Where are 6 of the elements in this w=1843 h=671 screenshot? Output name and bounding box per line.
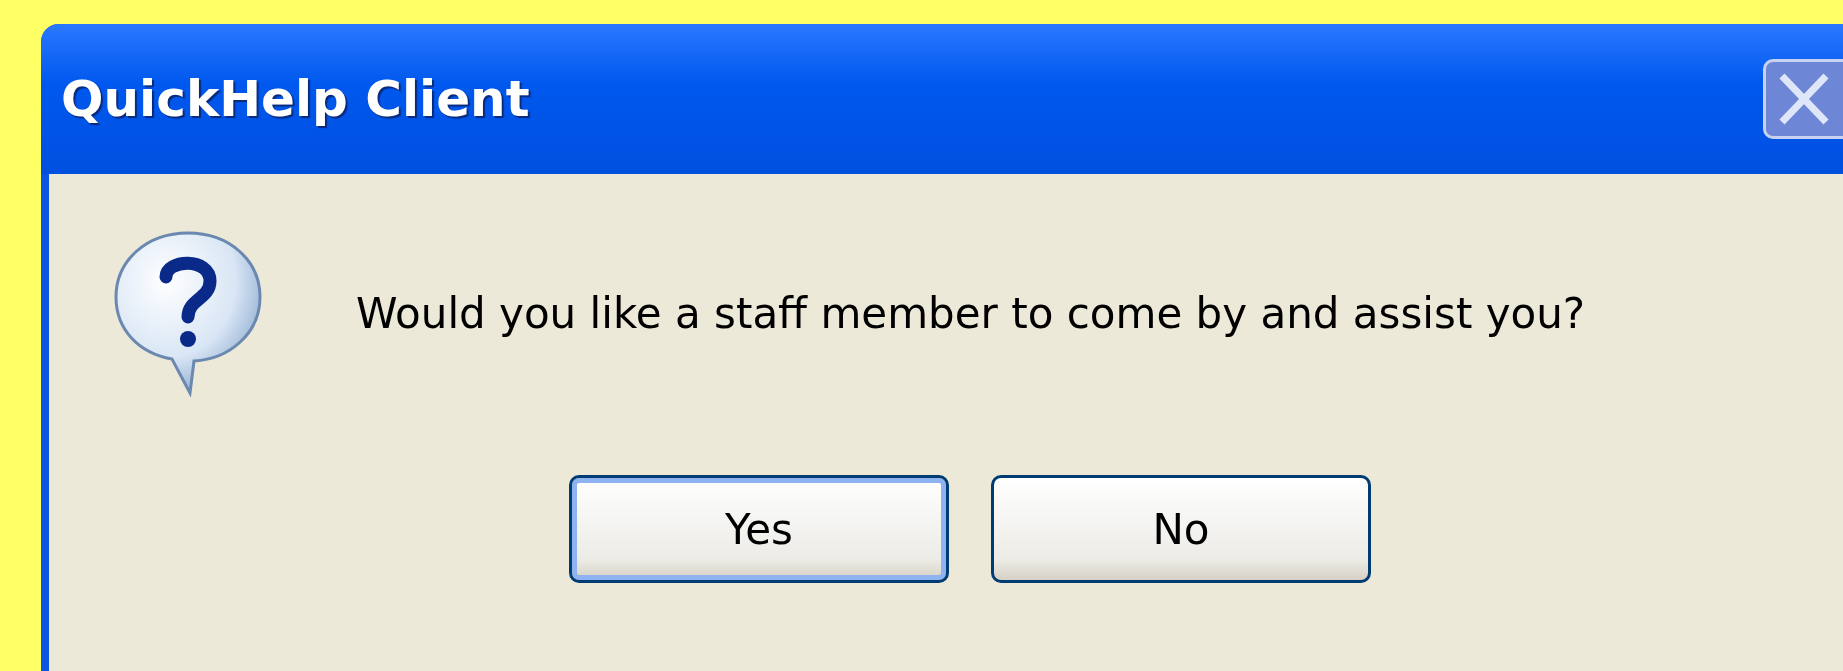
window-title: QuickHelp Client <box>61 68 530 130</box>
question-icon <box>112 229 264 397</box>
close-button[interactable] <box>1763 59 1843 139</box>
dialog-button[interactable]: No <box>991 475 1371 583</box>
message-text: Would you like a staff member to come by and assist you? <box>356 287 1586 340</box>
dialog-button[interactable]: Yes <box>569 475 949 583</box>
